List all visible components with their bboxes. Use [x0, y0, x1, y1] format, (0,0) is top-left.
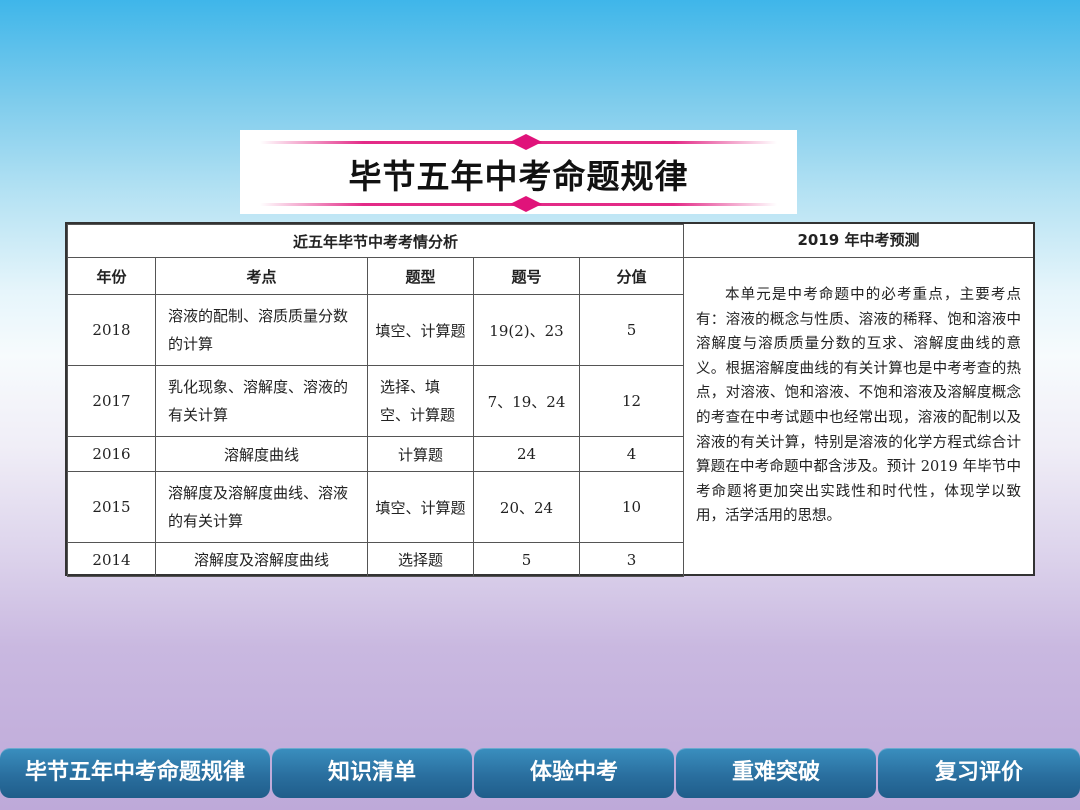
cell-type: 选择、填空、计算题: [367, 365, 474, 437]
cell-year: 2014: [67, 542, 156, 577]
analysis-panel: 近五年毕节中考考情分析 年份 考点 题型 题号 分值 2018 溶液的配制、溶质…: [65, 222, 1035, 577]
prediction-header: 2019 年中考预测: [684, 224, 1033, 258]
prediction-section: 2019 年中考预测 本单元是中考命题中的必考重点，主要考点有：溶液的概念与性质…: [683, 224, 1033, 574]
cell-number: 5: [473, 542, 580, 577]
cell-score: 5: [579, 294, 684, 366]
cell-topic: 溶液的配制、溶质质量分数的计算: [155, 294, 368, 366]
nav-button-experience-exam[interactable]: 体验中考: [474, 748, 674, 798]
exam-analysis-table: 近五年毕节中考考情分析 年份 考点 题型 题号 分值 2018 溶液的配制、溶质…: [67, 224, 684, 577]
table-group-header: 近五年毕节中考考情分析: [67, 224, 684, 258]
nav-button-exam-rules[interactable]: 毕节五年中考命题规律: [0, 748, 270, 798]
table-row: 2016 溶解度曲线 计算题 24 4: [67, 436, 684, 472]
col-header-type: 题型: [367, 257, 474, 295]
col-header-year: 年份: [67, 257, 156, 295]
cell-type: 计算题: [367, 436, 474, 472]
cell-score: 3: [579, 542, 684, 577]
cell-topic: 乳化现象、溶解度、溶液的有关计算: [155, 365, 368, 437]
table-row: 2017 乳化现象、溶解度、溶液的有关计算 选择、填空、计算题 7、19、24 …: [67, 365, 684, 437]
cell-number: 19(2)、23: [473, 294, 580, 366]
table-row: 2015 溶解度及溶解度曲线、溶液的有关计算 填空、计算题 20、24 10: [67, 471, 684, 543]
cell-year: 2016: [67, 436, 156, 472]
table-header-row: 年份 考点 题型 题号 分值: [67, 257, 684, 295]
cell-score: 4: [579, 436, 684, 472]
cell-type: 填空、计算题: [367, 294, 474, 366]
nav-button-review-evaluation[interactable]: 复习评价: [878, 748, 1080, 798]
top-diamond: [510, 134, 542, 150]
cell-year: 2017: [67, 365, 156, 437]
cell-topic: 溶解度及溶解度曲线、溶液的有关计算: [155, 471, 368, 543]
prediction-text: 本单元是中考命题中的必考重点，主要考点有：溶液的概念与性质、溶液的稀释、饱和溶液…: [696, 287, 1021, 525]
cell-number: 24: [473, 436, 580, 472]
col-header-topic: 考点: [155, 257, 368, 295]
cell-type: 填空、计算题: [367, 471, 474, 543]
nav-button-key-difficulties[interactable]: 重难突破: [676, 748, 876, 798]
cell-topic: 溶解度及溶解度曲线: [155, 542, 368, 577]
cell-year: 2015: [67, 471, 156, 543]
cell-score: 12: [579, 365, 684, 437]
page-title: 毕节五年中考命题规律: [348, 157, 689, 196]
cell-topic: 溶解度曲线: [155, 436, 368, 472]
cell-score: 10: [579, 471, 684, 543]
cell-type: 选择题: [367, 542, 474, 577]
bottom-nav: 毕节五年中考命题规律 知识清单 体验中考 重难突破 复习评价: [0, 748, 1080, 800]
bottom-diamond: [510, 196, 542, 212]
table-row: 2014 溶解度及溶解度曲线 选择题 5 3: [67, 542, 684, 577]
table-row: 2018 溶液的配制、溶质质量分数的计算 填空、计算题 19(2)、23 5: [67, 294, 684, 366]
nav-button-knowledge-list[interactable]: 知识清单: [272, 748, 472, 798]
col-header-score: 分值: [579, 257, 684, 295]
col-header-number: 题号: [473, 257, 580, 295]
title-banner: 毕节五年中考命题规律: [240, 130, 797, 214]
cell-number: 7、19、24: [473, 365, 580, 437]
cell-year: 2018: [67, 294, 156, 366]
cell-number: 20、24: [473, 471, 580, 543]
